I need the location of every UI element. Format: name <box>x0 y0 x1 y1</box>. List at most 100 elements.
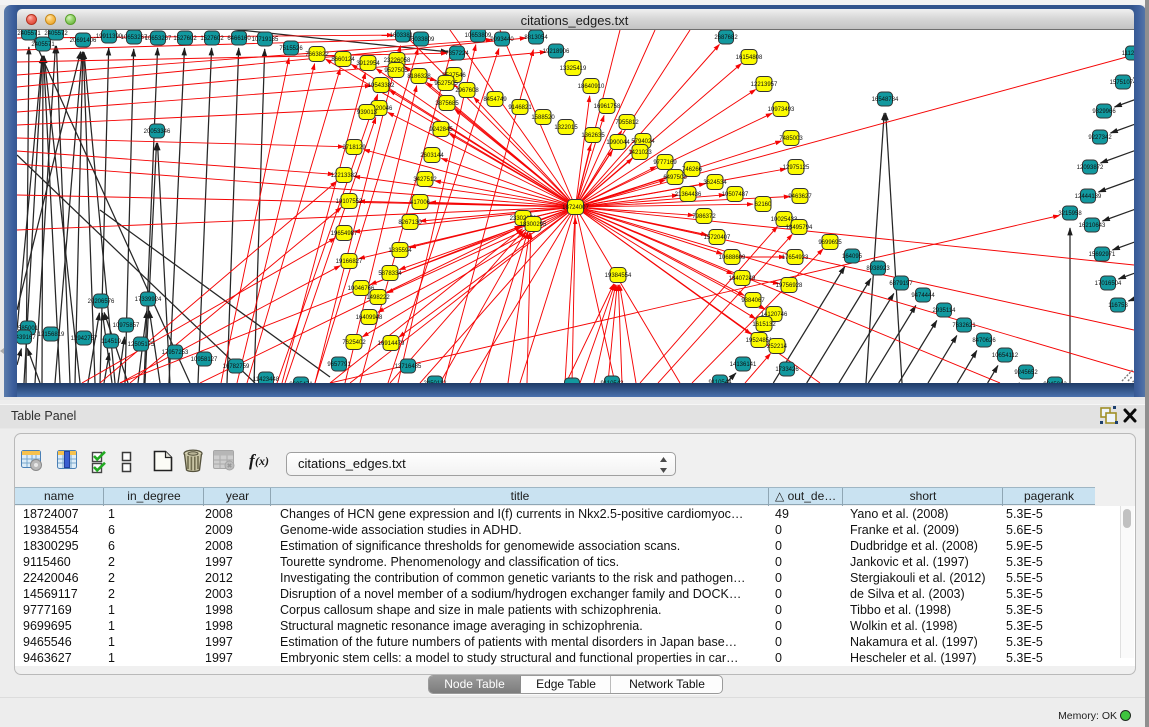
svg-text:12444139: 12444139 <box>1075 194 1102 200</box>
svg-text:1733426: 1733426 <box>775 367 799 373</box>
svg-text:1322015: 1322015 <box>554 125 578 131</box>
svg-text:12975125: 12975125 <box>783 165 810 171</box>
svg-text:2603144: 2603144 <box>420 153 444 159</box>
svg-text:18300295: 18300295 <box>520 222 547 228</box>
svg-text:10719185: 10719185 <box>252 37 279 43</box>
svg-text:16548784: 16548784 <box>872 97 899 103</box>
svg-text:16961758: 16961758 <box>594 104 621 110</box>
svg-text:10653267: 10653267 <box>145 36 172 42</box>
svg-text:1527602: 1527602 <box>173 36 197 42</box>
svg-text:19756928: 19756928 <box>776 283 803 289</box>
svg-text:9227342: 9227342 <box>1088 135 1112 141</box>
svg-text:2405572: 2405572 <box>44 31 68 37</box>
svg-text:6879197: 6879197 <box>889 281 913 287</box>
svg-text:17957253: 17957253 <box>162 350 189 356</box>
svg-text:16210643: 16210643 <box>1079 223 1106 229</box>
svg-text:17339924: 17339924 <box>135 297 162 303</box>
svg-text:10507487: 10507487 <box>722 192 749 198</box>
svg-text:4439167: 4439167 <box>17 335 36 341</box>
svg-text:7485003: 7485003 <box>779 136 803 142</box>
svg-text:1615132: 1615132 <box>752 322 776 328</box>
svg-text:12156819: 12156819 <box>38 332 65 338</box>
svg-text:7663822: 7663822 <box>305 52 329 58</box>
svg-text:20206576: 20206576 <box>88 299 115 305</box>
svg-text:12942757: 12942757 <box>71 336 98 342</box>
svg-text:62160: 62160 <box>755 202 772 208</box>
svg-text:10543382: 10543382 <box>368 83 395 89</box>
svg-text:9329966: 9329966 <box>1092 109 1116 115</box>
svg-text:7515526: 7515526 <box>279 46 303 52</box>
svg-text:13325419: 13325419 <box>560 66 587 72</box>
svg-text:12213957: 12213957 <box>751 82 778 88</box>
svg-text:8660124: 8660124 <box>331 57 355 63</box>
svg-text:1421023: 1421023 <box>628 150 652 156</box>
svg-text:1498222: 1498222 <box>366 295 390 301</box>
svg-text:16409948: 16409948 <box>356 315 383 321</box>
svg-text:8186328: 8186328 <box>407 74 431 80</box>
svg-text:20053346: 20053346 <box>144 129 171 135</box>
svg-text:2687682: 2687682 <box>714 35 738 41</box>
svg-text:8454749: 8454749 <box>483 97 507 103</box>
svg-text:17654923: 17654923 <box>782 255 809 261</box>
svg-text:6466160: 6466160 <box>227 36 251 42</box>
svg-text:3875685: 3875685 <box>435 101 459 107</box>
svg-text:20691406: 20691406 <box>70 38 97 44</box>
svg-text:9474444: 9474444 <box>911 293 935 299</box>
svg-text:1362635: 1362635 <box>581 133 605 139</box>
svg-text:19166827: 19166827 <box>336 259 363 265</box>
svg-text:15751074: 15751074 <box>1110 80 1134 86</box>
svg-text:9699695: 9699695 <box>818 240 842 246</box>
svg-text:10958127: 10958127 <box>191 357 218 363</box>
svg-text:18640910: 18640910 <box>578 84 605 90</box>
svg-text:16782759: 16782759 <box>223 364 250 370</box>
svg-text:939013: 939013 <box>357 110 378 116</box>
svg-text:8470626: 8470626 <box>972 338 996 344</box>
svg-text:16154808: 16154808 <box>736 55 763 61</box>
svg-text:417006: 417006 <box>410 200 431 206</box>
svg-text:13716485: 13716485 <box>395 364 422 370</box>
svg-text:1990044: 1990044 <box>606 140 630 146</box>
svg-text:16914479: 16914479 <box>378 341 405 347</box>
svg-text:3215958: 3215958 <box>1058 211 1082 217</box>
svg-text:8938923: 8938923 <box>866 266 890 272</box>
svg-text:252214: 252214 <box>767 344 788 350</box>
svg-text:21364436: 21364436 <box>675 192 702 198</box>
svg-text:9146821: 9146821 <box>508 105 532 111</box>
svg-text:2935114: 2935114 <box>933 308 957 314</box>
svg-text:19911390: 19911390 <box>96 34 123 40</box>
svg-text:17016504: 17016504 <box>1095 281 1122 287</box>
svg-text:3427512: 3427512 <box>413 177 437 183</box>
svg-text:7632621: 7632621 <box>952 323 976 329</box>
svg-text:15692971: 15692971 <box>1089 252 1116 258</box>
svg-text:18407249: 18407249 <box>729 276 756 282</box>
svg-text:12213382: 12213382 <box>331 173 358 179</box>
svg-text:9093440: 9093440 <box>490 37 514 43</box>
svg-text:7625402: 7625402 <box>342 340 366 346</box>
svg-text:7986372: 7986372 <box>692 214 716 220</box>
svg-text:3624534: 3624534 <box>703 180 727 186</box>
svg-text:1335594: 1335594 <box>388 248 412 254</box>
svg-text:14136141: 14136141 <box>730 362 757 368</box>
svg-text:6497508: 6497508 <box>663 175 687 181</box>
svg-text:7955812: 7955812 <box>615 120 639 126</box>
svg-text:18724007: 18724007 <box>562 205 589 211</box>
svg-text:1588520: 1588520 <box>531 115 555 121</box>
svg-text:116753: 116753 <box>1108 303 1128 309</box>
svg-text:2967608: 2967608 <box>455 88 479 94</box>
svg-text:9527505: 9527505 <box>434 81 458 87</box>
svg-text:2405571: 2405571 <box>17 31 41 37</box>
svg-text:9245652: 9245652 <box>1014 370 1038 376</box>
svg-text:(x): (x) <box>255 454 269 468</box>
svg-text:1112345: 1112345 <box>1122 51 1134 57</box>
svg-text:3912954: 3912954 <box>356 61 380 67</box>
svg-text:12505175: 12505175 <box>128 342 155 348</box>
svg-text:10975857: 10975857 <box>113 323 140 329</box>
svg-text:16033809: 16033809 <box>408 37 435 43</box>
svg-text:114519: 114519 <box>101 339 121 345</box>
svg-text:164095: 164095 <box>842 254 863 260</box>
svg-text:19218906: 19218906 <box>543 49 570 55</box>
svg-text:10688609: 10688609 <box>719 255 746 261</box>
svg-text:10107552: 10107552 <box>336 199 363 205</box>
svg-text:19654987: 19654987 <box>331 231 358 237</box>
svg-text:18495794: 18495794 <box>786 225 813 231</box>
